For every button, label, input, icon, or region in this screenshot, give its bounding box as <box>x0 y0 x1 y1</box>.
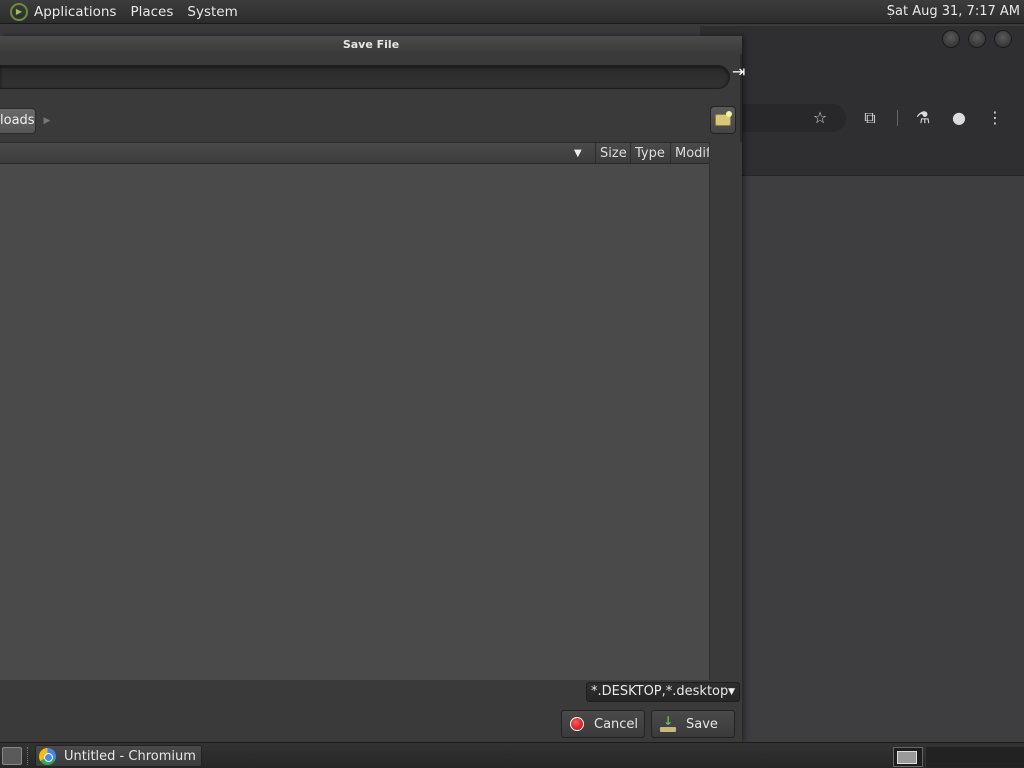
file-list-side-panel <box>709 142 742 680</box>
menu-system[interactable]: System <box>187 4 237 20</box>
dialog-title: Save File <box>0 36 742 54</box>
bottom-panel: Untitled - Chromium <box>0 742 1024 768</box>
panel-separator <box>27 747 29 765</box>
distro-logo-icon[interactable]: ▶ <box>10 2 28 21</box>
menu-applications[interactable]: Applications <box>34 4 116 20</box>
create-folder-button[interactable] <box>710 106 736 134</box>
workspace-switcher-1[interactable] <box>893 747 923 767</box>
extensions-icon[interactable]: ⧉ <box>858 106 882 130</box>
sort-descending-icon[interactable]: ▼ <box>574 143 588 165</box>
star-icon[interactable]: ☆ <box>808 106 832 130</box>
column-type[interactable]: Type <box>630 143 670 165</box>
taskbar-item-label: Untitled - Chromium <box>64 748 196 764</box>
new-folder-icon <box>715 111 732 126</box>
labs-flask-icon[interactable]: ⚗ <box>911 106 935 130</box>
profile-icon[interactable]: ● <box>947 106 971 130</box>
save-download-icon: ↓ <box>660 715 676 732</box>
show-desktop-icon[interactable] <box>2 747 22 765</box>
browser-content <box>700 176 1024 742</box>
close-window-button[interactable] <box>994 30 1012 48</box>
minimize-window-button[interactable] <box>942 30 960 48</box>
save-file-dialog: Save File ⇥ loads ▶ ▼ Size Type Modif *.… <box>0 36 745 742</box>
cancel-button-label: Cancel <box>594 716 639 732</box>
workspace-switcher-others[interactable] <box>925 747 1024 767</box>
chromium-icon <box>39 747 56 765</box>
save-button-label: Save <box>686 716 718 732</box>
path-scroll-right-icon[interactable]: ▶ <box>40 113 54 129</box>
top-panel: ▶ Applications Places System Sat Aug 31,… <box>0 0 1024 24</box>
browser-toolbar: ☆ ⧉ ⚗ ● ⋮ <box>700 76 1024 176</box>
toolbar-separator <box>897 110 898 126</box>
maximize-window-button[interactable] <box>968 30 986 48</box>
column-modified[interactable]: Modif <box>670 143 710 165</box>
more-menu-icon[interactable]: ⋮ <box>983 106 1007 130</box>
mouse-cursor-icon: ⇥ <box>732 62 746 81</box>
file-list-header: ▼ Size Type Modif <box>0 142 710 165</box>
filename-input[interactable] <box>0 65 730 89</box>
taskbar-item-chromium[interactable]: Untitled - Chromium <box>35 745 202 767</box>
cancel-icon <box>570 717 584 731</box>
workspace-window-thumb <box>897 751 917 764</box>
file-filter-value: *.DESKTOP,*.desktop <box>591 684 729 699</box>
column-size[interactable]: Size <box>595 143 629 165</box>
file-filter-select[interactable]: *.DESKTOP,*.desktop ▼ <box>586 682 740 702</box>
file-list[interactable] <box>0 164 709 680</box>
clock[interactable]: Sat Aug 31, 7:17 AM <box>887 4 1020 19</box>
menu-places[interactable]: Places <box>130 4 173 20</box>
path-button-downloads[interactable]: loads <box>0 108 36 134</box>
browser-window: ☆ ⧉ ⚗ ● ⋮ <box>700 26 1024 742</box>
chevron-down-icon: ▼ <box>728 687 735 697</box>
cancel-button[interactable]: Cancel <box>561 710 645 738</box>
save-button[interactable]: ↓ Save <box>651 710 735 738</box>
